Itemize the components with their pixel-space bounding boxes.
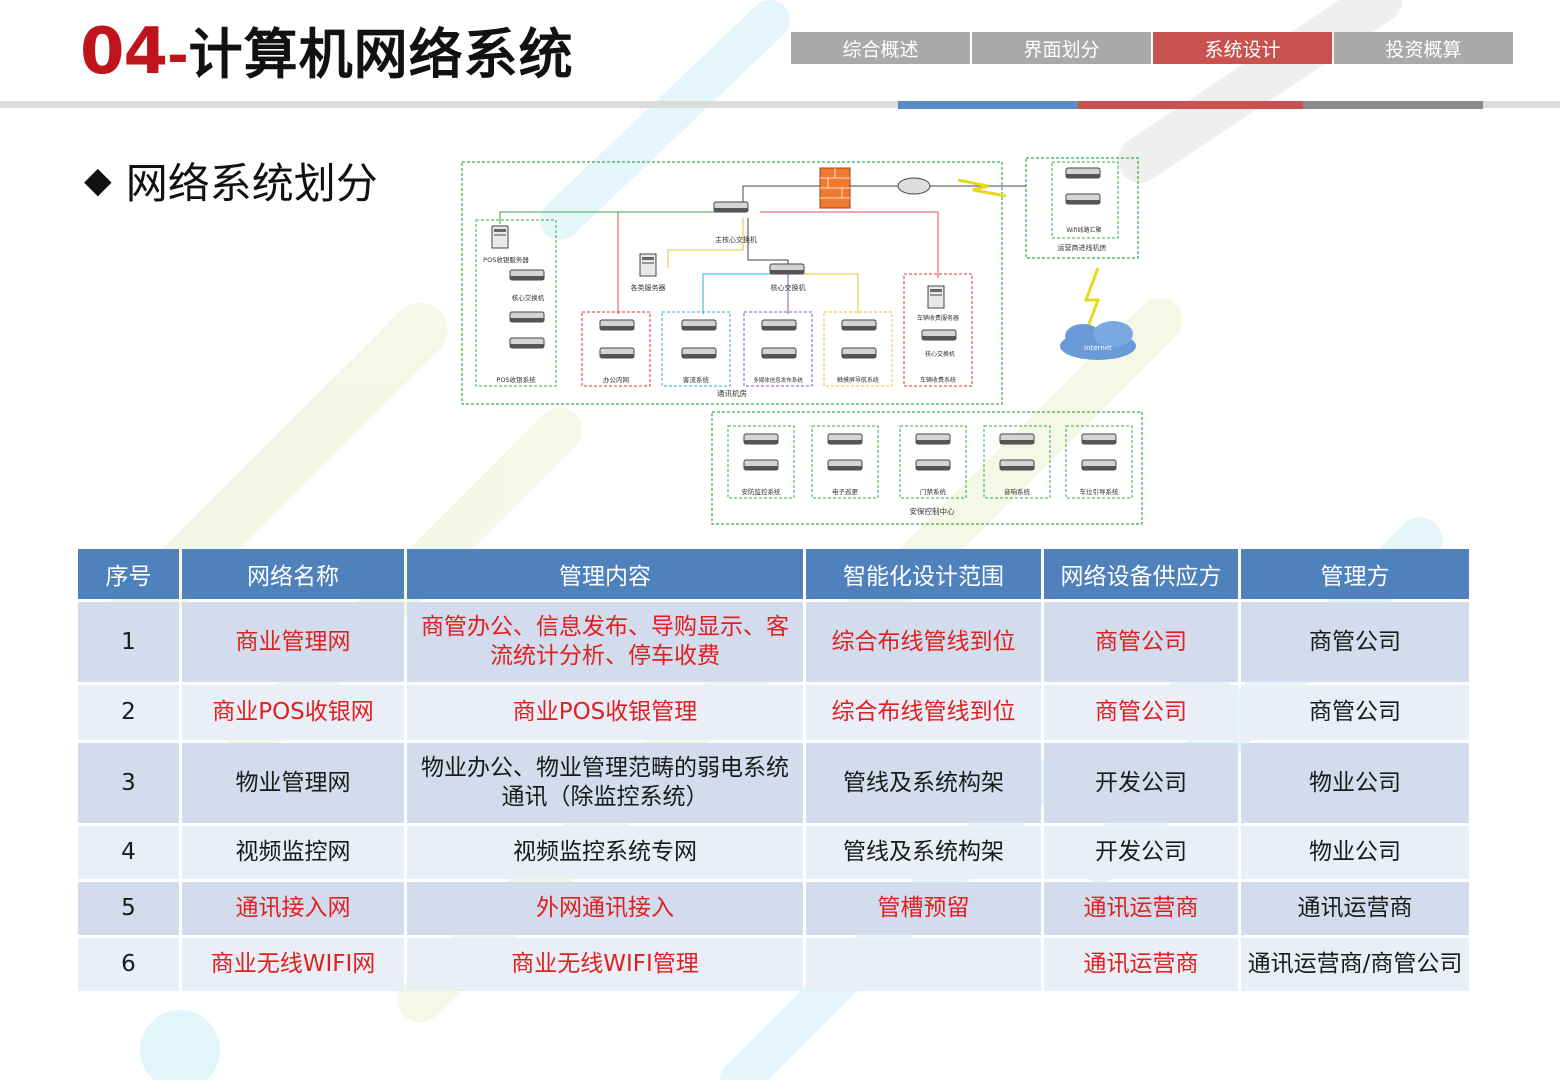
pos-core-label: 核心交换机 bbox=[512, 293, 545, 302]
cell-manager: 物业公司 bbox=[1241, 826, 1469, 879]
cell-supplier: 开发公司 bbox=[1044, 743, 1238, 823]
cell-name: 商业管理网 bbox=[182, 602, 404, 682]
servers-label: 各类服务器 bbox=[631, 283, 666, 292]
parking-core-label: 核心交换机 bbox=[925, 350, 955, 358]
table-row: 5 通讯接入网 外网通讯接入 管槽预留 通讯运营商 通讯运营商 bbox=[78, 882, 1469, 935]
cell-no: 5 bbox=[78, 882, 179, 935]
table-row: 6 商业无线WIFI网 商业无线WIFI管理 通讯运营商 通讯运营商/商管公司 bbox=[78, 938, 1469, 991]
cell-content: 商管办公、信息发布、导购显示、客流统计分析、停车收费 bbox=[407, 602, 803, 682]
tab-investment[interactable]: 投资概算 bbox=[1334, 32, 1513, 64]
table-row: 2 商业POS收银网 商业POS收银管理 综合布线管线到位 商管公司 商管公司 bbox=[78, 685, 1469, 740]
cell-no: 3 bbox=[78, 743, 179, 823]
col-header-content: 管理内容 bbox=[407, 549, 803, 599]
security-center-label: 安保控制中心 bbox=[910, 506, 955, 516]
table-header-row: 序号 网络名称 管理内容 智能化设计范围 网络设备供应方 管理方 bbox=[78, 549, 1469, 599]
cell-no: 4 bbox=[78, 826, 179, 879]
nav-tabs: 综合概述 界面划分 系统设计 投资概算 bbox=[791, 32, 1513, 64]
internet-cloud-icon bbox=[1060, 321, 1136, 360]
main-switch-label: 主核心交换机 bbox=[715, 235, 757, 244]
guide-label: 触摸屏导航系统 bbox=[837, 376, 879, 384]
core-switch-label: 核心交换机 bbox=[771, 283, 806, 292]
carrier-room-label: 运营商进线机房 bbox=[1058, 243, 1107, 252]
comm-room-label: 通讯机房 bbox=[717, 388, 747, 398]
cell-no: 6 bbox=[78, 938, 179, 991]
cell-content: 物业办公、物业管理范畴的弱电系统通讯（除监控系统） bbox=[407, 743, 803, 823]
table-row: 3 物业管理网 物业办公、物业管理范畴的弱电系统通讯（除监控系统） 管线及系统构… bbox=[78, 743, 1469, 823]
cell-scope: 管线及系统构架 bbox=[806, 743, 1041, 823]
cell-scope: 管线及系统构架 bbox=[806, 826, 1041, 879]
cell-manager: 通讯运营商 bbox=[1241, 882, 1469, 935]
cell-scope bbox=[806, 938, 1041, 991]
internet-label: Internet bbox=[1084, 344, 1112, 352]
carrier-wifi-label: Wifi线路汇聚 bbox=[1066, 226, 1101, 234]
diamond-bullet-icon: ◆ bbox=[84, 159, 112, 201]
media-label: 多媒体信息发布系统 bbox=[753, 376, 803, 384]
cell-no: 2 bbox=[78, 685, 179, 740]
col-header-no: 序号 bbox=[78, 549, 179, 599]
security-label-4: 音响系统 bbox=[1004, 487, 1031, 496]
cell-manager: 商管公司 bbox=[1241, 602, 1469, 682]
cell-name: 视频监控网 bbox=[182, 826, 404, 879]
security-label-1: 安防监控系统 bbox=[742, 487, 782, 496]
table-row: 1 商业管理网 商管办公、信息发布、导购显示、客流统计分析、停车收费 综合布线管… bbox=[78, 602, 1469, 682]
col-header-scope: 智能化设计范围 bbox=[806, 549, 1041, 599]
security-label-3: 门禁系统 bbox=[920, 487, 947, 496]
col-header-manager: 管理方 bbox=[1241, 549, 1469, 599]
pos-system-label: POS收银系统 bbox=[496, 375, 536, 384]
cell-scope: 管槽预留 bbox=[806, 882, 1041, 935]
cell-scope: 综合布线管线到位 bbox=[806, 685, 1041, 740]
section-title: 网络系统划分 bbox=[125, 158, 378, 208]
chapter-title: 计算机网络系统 bbox=[188, 23, 574, 86]
cell-supplier: 通讯运营商 bbox=[1044, 882, 1238, 935]
col-header-name: 网络名称 bbox=[182, 549, 404, 599]
cell-supplier: 商管公司 bbox=[1044, 685, 1238, 740]
cell-no: 1 bbox=[78, 602, 179, 682]
cell-supplier: 通讯运营商 bbox=[1044, 938, 1238, 991]
tab-system-design[interactable]: 系统设计 bbox=[1153, 32, 1332, 64]
cell-manager: 物业公司 bbox=[1241, 743, 1469, 823]
pos-server-label: POS收银服务器 bbox=[483, 255, 529, 264]
cell-content: 商业无线WIFI管理 bbox=[407, 938, 803, 991]
cell-content: 商业POS收银管理 bbox=[407, 685, 803, 740]
divider-accent-blue bbox=[898, 101, 1078, 109]
security-label-2: 电子巡更 bbox=[832, 487, 859, 496]
cell-manager: 商管公司 bbox=[1241, 685, 1469, 740]
cell-name: 通讯接入网 bbox=[182, 882, 404, 935]
cell-name: 商业POS收银网 bbox=[182, 685, 404, 740]
divider-accent-red bbox=[1078, 101, 1303, 109]
cell-content: 外网通讯接入 bbox=[407, 882, 803, 935]
divider-accent-gray bbox=[1303, 101, 1483, 109]
parking-system-label: 车辆收费系统 bbox=[920, 376, 956, 384]
parking-server-label: 车辆收费服务器 bbox=[917, 314, 959, 322]
cell-name: 物业管理网 bbox=[182, 743, 404, 823]
tab-interface[interactable]: 界面划分 bbox=[972, 32, 1151, 64]
section-heading: ◆ 网络系统划分 bbox=[84, 150, 378, 210]
col-header-supplier: 网络设备供应方 bbox=[1044, 549, 1238, 599]
network-table: 序号 网络名称 管理内容 智能化设计范围 网络设备供应方 管理方 1 商业管理网… bbox=[75, 546, 1472, 994]
tab-overview[interactable]: 综合概述 bbox=[791, 32, 970, 64]
traffic-label: 客流系统 bbox=[683, 375, 710, 384]
cell-manager: 通讯运营商/商管公司 bbox=[1241, 938, 1469, 991]
title-dash: - bbox=[167, 26, 189, 86]
cell-supplier: 商管公司 bbox=[1044, 602, 1238, 682]
security-label-5: 车位引导系统 bbox=[1080, 487, 1120, 496]
table-row: 4 视频监控网 视频监控系统专网 管线及系统构架 开发公司 物业公司 bbox=[78, 826, 1469, 879]
cell-name: 商业无线WIFI网 bbox=[182, 938, 404, 991]
chapter-number: 04 bbox=[80, 15, 168, 89]
page-title: 04-计算机网络系统 bbox=[80, 12, 574, 92]
cell-scope: 综合布线管线到位 bbox=[806, 602, 1041, 682]
cell-content: 视频监控系统专网 bbox=[407, 826, 803, 879]
cell-supplier: 开发公司 bbox=[1044, 826, 1238, 879]
network-diagram: 主核心交换机 各类服务器 核心交换机 POS收银服务器 核心交换机 POS收银系… bbox=[461, 157, 1143, 525]
office-label: 办公内网 bbox=[603, 375, 629, 384]
